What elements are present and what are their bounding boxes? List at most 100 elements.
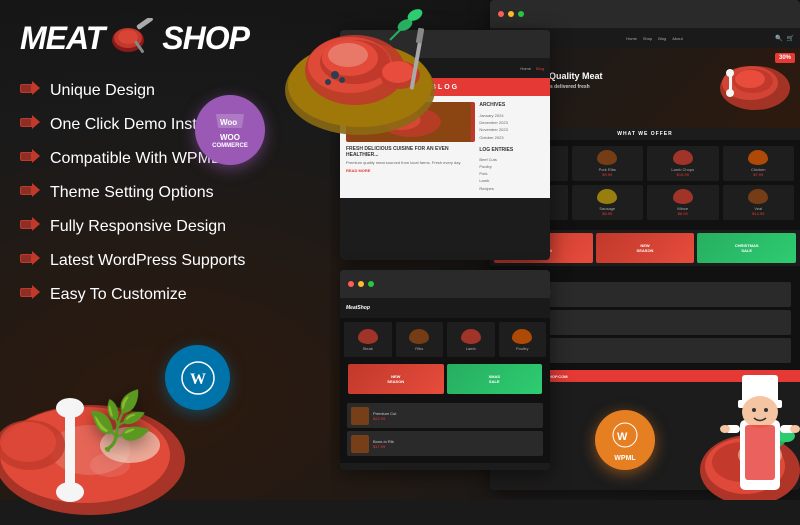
- shop-right-card-1: Bone-in Rib $17.99: [347, 431, 543, 456]
- wordpress-badge: W: [165, 345, 230, 410]
- blog-read-more: READ MORE: [346, 168, 475, 173]
- feature-label-2: Compatible With WPML: [50, 150, 220, 168]
- mock-right-info-1: Fresh Ribs $19.99: [525, 318, 787, 328]
- shop-browser-chrome: [340, 270, 550, 298]
- mock-product-img-7: [748, 189, 768, 204]
- shop-right-img-1: [351, 435, 369, 453]
- shop-img-1: [409, 329, 429, 344]
- woo-icon: Woo: [215, 111, 245, 134]
- feature-icon-5: [20, 250, 40, 271]
- feature-icon-6: [20, 284, 40, 305]
- svg-text:W: W: [190, 371, 206, 388]
- blog-categories: Beef CutsPoultryPorkLambRecipes: [479, 156, 544, 192]
- woocommerce-badge: Woo WOO COMMERCE: [195, 95, 265, 165]
- mock-product-img-6: [673, 189, 693, 204]
- wpml-icon: W: [608, 418, 643, 453]
- blog-archive-links: January 2024December 2023November 2023Oc…: [479, 112, 544, 141]
- mock-product-img-2: [673, 150, 693, 165]
- mock-hero-image: [715, 53, 795, 118]
- logo-icon: [108, 18, 158, 58]
- feature-item-theme-settings: Theme Setting Options: [20, 182, 310, 203]
- hero-food-image: [270, 0, 450, 150]
- mock-nav-icons: 🔍 🛒: [775, 35, 794, 42]
- logo-text-left: Meat: [20, 20, 104, 57]
- chef-figure: [720, 360, 800, 500]
- feature-label-4: Fully Responsive Design: [50, 218, 226, 236]
- shop-name-1: Ribs: [415, 346, 423, 351]
- shop-content: Steak Ribs Lamb Poultry: [340, 318, 550, 463]
- shop-dot-yellow: [358, 281, 364, 287]
- mock-season-text-2: CHRISTMASSALE: [735, 243, 759, 253]
- mock-right-info-2: Lamb Rack $29.99: [525, 346, 787, 356]
- shop-product-list: Premium Cut $22.99 Bone-in Rib $17.99: [344, 400, 546, 459]
- mock-right-price-1: $19.99: [525, 323, 787, 328]
- shop-banner-text-0: NEWSEASON: [387, 374, 404, 384]
- feature-icon-2: [20, 148, 40, 169]
- feature-label-0: Unique Design: [50, 82, 155, 100]
- mock-product-2: Lamb Chops $15.99: [647, 146, 719, 181]
- feature-item-responsive: Fully Responsive Design: [20, 216, 310, 237]
- mock-product-price-6: $6.99: [678, 211, 688, 216]
- shop-logo-text: MeatShop: [346, 305, 370, 311]
- shop-right-info-0: Premium Cut $22.99: [373, 411, 539, 421]
- shop-right-price-0: $22.99: [373, 416, 539, 421]
- shop-product-0: Steak: [344, 322, 392, 357]
- wordpress-icon: W: [178, 358, 218, 398]
- mock-right-price-2: $29.99: [525, 351, 787, 356]
- mock-right-info-0: Premium Beef $24.99: [525, 290, 787, 300]
- mock-product-price-5: $5.99: [602, 211, 612, 216]
- mock-nav-links: Home Shop Blog About: [626, 36, 682, 41]
- feature-list: Unique Design One Click Demo Installatio…: [20, 80, 310, 305]
- mock-cart-icon: 🛒: [787, 35, 794, 42]
- feature-item-wpml: Compatible With WPML: [20, 148, 310, 169]
- feature-label-6: Easy To Customize: [50, 286, 187, 304]
- shop-dot-red: [348, 281, 354, 287]
- shop-img-2: [461, 329, 481, 344]
- blog-nav-links: Home Blog: [520, 66, 544, 71]
- feature-label-3: Theme Setting Options: [50, 184, 214, 202]
- browser-dot-yellow: [508, 11, 514, 17]
- svg-text:W: W: [617, 431, 628, 443]
- shop-img-0: [358, 329, 378, 344]
- blog-nav-home: Home: [520, 66, 531, 71]
- shop-img-3: [512, 329, 532, 344]
- mock-product-price-2: $15.99: [677, 172, 689, 177]
- shop-product-1: Ribs: [396, 322, 444, 357]
- shop-nav: MeatShop: [340, 298, 550, 318]
- browser-dot-green: [518, 11, 524, 17]
- mock-nav-link-shop: Shop: [643, 36, 652, 41]
- feature-icon-3: [20, 182, 40, 203]
- mock-product-img-3: [748, 150, 768, 165]
- blog-sidebar-title: ARCHIVES: [479, 102, 544, 108]
- blog-nav-blog: Blog: [536, 66, 544, 71]
- shop-banners: NEWSEASON XMASSALE: [344, 361, 546, 397]
- shop-product-row-1: Steak Ribs Lamb Poultry: [344, 322, 546, 357]
- shop-name-2: Lamb: [466, 346, 476, 351]
- logo-area: Meat Shop: [20, 18, 310, 58]
- shop-right-info-1: Bone-in Rib $17.99: [373, 439, 539, 449]
- shop-banner-text-1: XMASSALE: [488, 374, 500, 384]
- shop-name-0: Steak: [363, 346, 373, 351]
- mock-product-3: Chicken $7.99: [723, 146, 795, 181]
- feature-icon-0: [20, 80, 40, 101]
- shop-right-img-0: [351, 407, 369, 425]
- shop-right-card-0: Premium Cut $22.99: [347, 403, 543, 428]
- wpml-label: WPML: [614, 455, 635, 462]
- mock-nav-link-home: Home: [626, 36, 637, 41]
- screenshot-shop: MeatShop Steak Ribs Lamb: [340, 270, 550, 470]
- feature-icon-4: [20, 216, 40, 237]
- feature-item-wordpress: Latest WordPress Supports: [20, 250, 310, 271]
- mock-product-img-5: [597, 189, 617, 204]
- shop-product-3: Poultry: [499, 322, 547, 357]
- mock-product-price-7: $14.99: [752, 211, 764, 216]
- woo-label2: COMMERCE: [212, 143, 248, 150]
- shop-name-3: Poultry: [516, 346, 528, 351]
- shop-right-price-1: $17.99: [373, 444, 539, 449]
- chef-svg: [720, 360, 800, 500]
- feature-item-customize: Easy To Customize: [20, 284, 310, 305]
- feature-icon-1: [20, 114, 40, 135]
- shop-banner-1: XMASSALE: [447, 364, 543, 394]
- mock-season-text-1: NEWSEASON: [637, 243, 654, 253]
- feature-item-unique-design: Unique Design: [20, 80, 310, 101]
- browser-dot-red: [498, 11, 504, 17]
